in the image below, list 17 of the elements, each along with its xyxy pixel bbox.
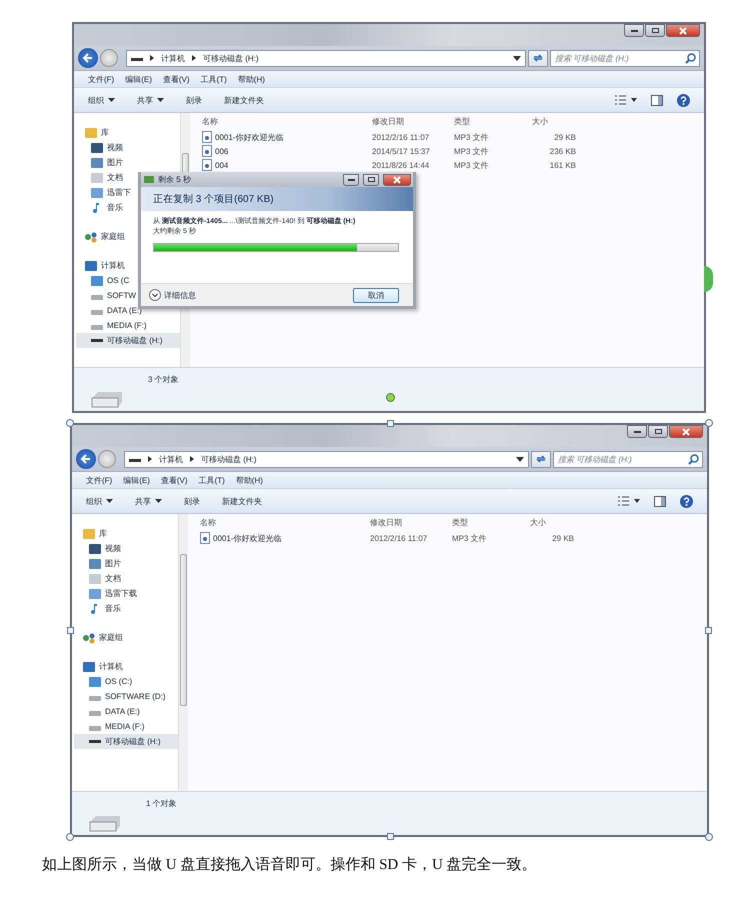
table-cell-text: MP3 文件 — [454, 146, 490, 156]
table-cell-text: MP3 文件 — [454, 132, 490, 142]
table-cell-text: MP3 文件 — [454, 160, 490, 170]
table-cell-text: MP3 文件 — [452, 532, 488, 544]
status-text: 3 个对象 — [148, 374, 179, 385]
table-cell-text: 29 KB — [551, 534, 574, 542]
table-cell-text: 2014/5/17 15:37 — [372, 146, 431, 156]
table-cell-text: 161 KB — [548, 160, 576, 170]
table-cell-text: 2011/8/26 14:44 — [372, 160, 430, 170]
status-text: 1 个对象 — [146, 798, 177, 809]
dialog-header: 正在复制 3 个项目(607 KB) — [141, 187, 413, 211]
table-cell-text: 2012/2/16 11:07 — [372, 132, 430, 142]
table-cell-text: 236 KB — [548, 146, 576, 156]
table-cell-text: 2012/2/16 11:07 — [370, 534, 428, 542]
document-paragraph: 如上图所示，当做 U 盘直接拖入语音即可。操作和 SD 卡，U 盘完全一致。 — [42, 855, 537, 874]
dialog-title: 剩余 5 秒 — [158, 174, 191, 185]
table-cell-text: 29 KB — [553, 132, 576, 142]
